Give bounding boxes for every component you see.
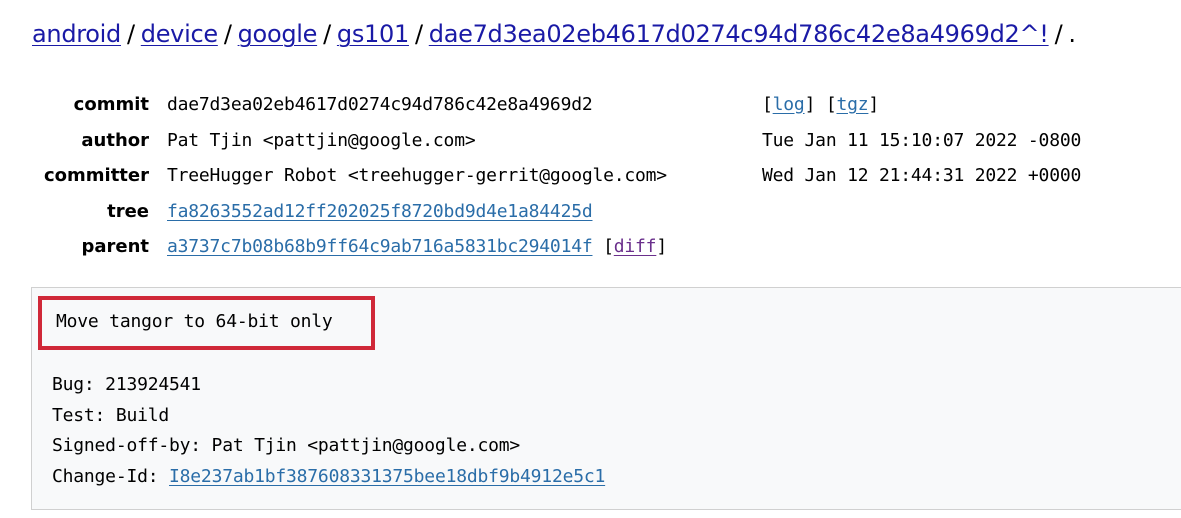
commit-subject: Move tangor to 64-bit only [56,311,333,332]
change-id-line: Change-Id: I8e237ab1bf387608331375bee18d… [52,462,605,493]
bug-line: Bug: 213924541 [52,374,201,395]
tree-label: tree [107,200,149,222]
commit-message: Move tangor to 64-bit only Bug: 21392454… [31,287,1181,510]
parent-label: parent [81,236,149,257]
breadcrumb-separator: / [323,20,331,48]
log-link[interactable]: log [773,94,805,115]
author-value: Pat Tjin <pattjin@google.com> [167,129,476,151]
breadcrumb-google[interactable]: google [238,20,318,48]
tgz-link[interactable]: tgz [836,94,868,115]
author-date: Tue Jan 11 15:10:07 2022 -0800 [762,129,1082,151]
committer-date: Wed Jan 12 21:44:31 2022 +0000 [762,165,1082,186]
parent-value: a3737c7b08b68b9ff64c9ab716a5831bc294014f… [167,236,667,257]
breadcrumb-separator: / [1054,20,1063,48]
committer-value: TreeHugger Robot <treehugger-gerrit@goog… [167,165,667,186]
breadcrumb-device[interactable]: device [141,20,218,48]
change-id-label: Change-Id: [52,465,170,487]
breadcrumb-separator: / [223,20,232,48]
breadcrumb-gs101[interactable]: gs101 [337,20,409,48]
breadcrumb-commit[interactable]: dae7d3ea02eb4617d0274c94d786c42e8a4969d2… [429,20,1049,48]
parent-hash-link[interactable]: a3737c7b08b68b9ff64c9ab716a5831bc294014f [167,236,593,257]
test-line: Test: Build [52,404,170,426]
diff-link[interactable]: diff [614,236,657,257]
breadcrumb-current: . [1068,20,1076,48]
author-label: author [81,129,149,151]
change-id-link[interactable]: I8e237ab1bf387608331375bee18dbf9b4912e5c… [169,466,605,487]
commit-links: [log] [tgz] [762,94,880,115]
breadcrumb-separator: / [414,20,423,48]
breadcrumb-separator: / [126,20,135,48]
subject-highlight: Move tangor to 64-bit only [38,296,375,350]
breadcrumb: android / device / google / gs101/dae7d3ea02eb… [32,17,1076,51]
tree-value: fa8263552ad12ff202025f8720bd9d4e1a84425d [167,194,593,229]
commit-message-body: Bug: 213924541 Test: Build Signed-off-by… [52,370,605,492]
signed-off-line: Signed-off-by: Pat Tjin <pattjin@google.… [52,435,521,456]
commit-hash: dae7d3ea02eb4617d0274c94d786c42e8a4969d2 [167,94,593,115]
commit-label: commit [73,94,149,115]
committer-label: committer [43,165,149,186]
breadcrumb-android[interactable]: android [32,20,121,48]
tree-hash-link[interactable]: fa8263552ad12ff202025f8720bd9d4e1a84425d [167,201,593,222]
